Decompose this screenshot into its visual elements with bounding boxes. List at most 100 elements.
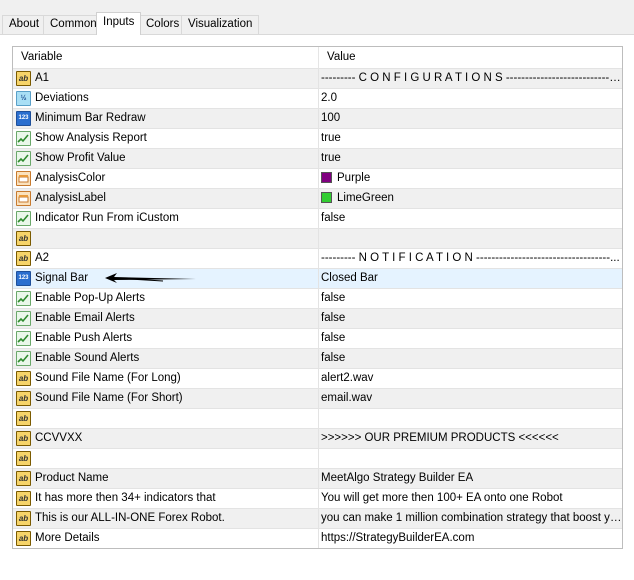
table-row[interactable]: Show Profit Value true [13,148,622,168]
table-row[interactable]: ab Product Name MeetAlgo Strategy Builder … [13,468,622,488]
bool-icon [16,131,31,146]
variable-cell[interactable]: Enable Sound Alerts [13,349,319,368]
table-row[interactable]: ab Sound File Name (For Long) alert2.wav [13,368,622,388]
table-row[interactable]: ab A2 --------- N O T I F I C A T I O N --… [13,248,622,268]
table-row[interactable]: ab A1 --------- C O N F I G U R A T I O N … [13,68,622,88]
value-cell[interactable]: false [319,329,622,348]
value-cell[interactable] [319,229,622,248]
inputs-grid: Variable Value ab A1 --------- C O N F I G… [12,46,623,549]
value-cell[interactable] [319,449,622,468]
table-row[interactable]: ab Sound File Name (For Short) email.wav [13,388,622,408]
bool-icon [16,151,31,166]
value-cell[interactable]: false [319,209,622,228]
grid-header: Variable Value [13,47,622,68]
table-row[interactable]: ab [13,448,622,468]
tab-visualization[interactable]: Visualization [181,15,260,34]
color-icon [16,171,31,186]
variable-cell[interactable]: ab [13,229,319,248]
value-cell[interactable]: You will get more then 100+ EA onto one … [319,489,622,508]
variable-cell[interactable]: 123 Signal Bar [13,269,319,288]
table-row[interactable]: ab CCVVXX >>>>>> OUR PREMIUM PRODUCTS <<<<… [13,428,622,448]
variable-cell[interactable]: ab A2 [13,249,319,268]
variable-cell[interactable]: AnalysisLabel [13,189,319,208]
variable-cell[interactable]: Show Profit Value [13,149,319,168]
table-row[interactable]: Enable Email Alerts false [13,308,622,328]
ab-icon: ab [16,411,31,426]
table-row[interactable]: AnalysisLabel LimeGreen [13,188,622,208]
variable-name: It has more then 34+ indicators that [35,492,216,504]
value-cell[interactable]: 2.0 [319,89,622,108]
value-cell[interactable]: email.wav [319,389,622,408]
table-row[interactable]: Enable Push Alerts false [13,328,622,348]
value-cell[interactable]: >>>>>> OUR PREMIUM PRODUCTS <<<<<< [319,429,622,448]
value-text: LimeGreen [337,192,394,204]
variable-cell[interactable]: Indicator Run From iCustom [13,209,319,228]
variable-cell[interactable]: ab [13,409,319,428]
column-header-value[interactable]: Value [319,47,622,68]
variable-cell[interactable]: ab More Details [13,529,319,548]
variable-cell[interactable]: Enable Pop-Up Alerts [13,289,319,308]
variable-name: Show Profit Value [35,152,126,164]
value-cell[interactable]: false [319,349,622,368]
value-cell[interactable]: https://StrategyBuilderEA.com [319,529,622,548]
variable-name: Minimum Bar Redraw [35,112,146,124]
table-row[interactable]: ab This is our ALL-IN-ONE Forex Robot. you… [13,508,622,528]
variable-cell[interactable]: ab Sound File Name (For Short) [13,389,319,408]
table-row[interactable]: 123 Minimum Bar Redraw 100 [13,108,622,128]
value-cell[interactable]: Closed Bar [319,269,622,288]
value-cell[interactable]: true [319,129,622,148]
variable-cell[interactable]: Show Analysis Report [13,129,319,148]
value-cell[interactable]: false [319,289,622,308]
tab-common[interactable]: Common [43,15,104,34]
variable-cell[interactable]: ab Product Name [13,469,319,488]
table-row[interactable]: ab [13,408,622,428]
123-icon: 123 [16,111,31,126]
value-text: false [321,352,346,364]
variable-cell[interactable]: AnalysisColor [13,169,319,188]
value-cell[interactable]: alert2.wav [319,369,622,388]
variable-name: Enable Email Alerts [35,312,135,324]
table-row[interactable]: Enable Pop-Up Alerts false [13,288,622,308]
variable-name: More Details [35,532,100,544]
variable-cell[interactable]: ab A1 [13,69,319,88]
value-cell[interactable]: --------- C O N F I G U R A T I O N S --… [319,69,622,88]
bool-icon [16,291,31,306]
table-row[interactable]: ab [13,228,622,248]
value-cell[interactable]: false [319,309,622,328]
variable-cell[interactable]: ab CCVVXX [13,429,319,448]
table-row[interactable]: ab More Details https://StrategyBuilderEA.… [13,528,622,548]
variable-cell[interactable]: Enable Email Alerts [13,309,319,328]
value-cell[interactable]: you can make 1 million combination strat… [319,509,622,528]
tab-colors[interactable]: Colors [139,15,187,34]
value-text: 2.0 [321,92,337,104]
table-row[interactable]: Indicator Run From iCustom false [13,208,622,228]
variable-name: Indicator Run From iCustom [35,212,179,224]
table-row[interactable]: Show Analysis Report true [13,128,622,148]
value-cell[interactable]: 100 [319,109,622,128]
column-header-variable[interactable]: Variable [13,47,319,68]
variable-cell[interactable]: ab This is our ALL-IN-ONE Forex Robot. [13,509,319,528]
value-cell[interactable]: LimeGreen [319,189,622,208]
table-row[interactable]: 123 Signal Bar Closed Bar [13,268,622,288]
table-row[interactable]: AnalysisColor Purple [13,168,622,188]
table-row[interactable]: ab It has more then 34+ indicators that Yo… [13,488,622,508]
tab-inputs[interactable]: Inputs [96,12,142,35]
variable-cell[interactable]: ab It has more then 34+ indicators that [13,489,319,508]
variable-cell[interactable]: ab [13,449,319,468]
value-cell[interactable] [319,409,622,428]
value-text: MeetAlgo Strategy Builder EA [321,472,474,484]
value-cell[interactable]: true [319,149,622,168]
variable-cell[interactable]: ab Sound File Name (For Long) [13,369,319,388]
variable-cell[interactable]: 123 Minimum Bar Redraw [13,109,319,128]
variable-cell[interactable]: Enable Push Alerts [13,329,319,348]
tab-strip: About Common Colors Visualization Inputs [0,0,634,35]
table-row[interactable]: Enable Sound Alerts false [13,348,622,368]
value-text: true [321,152,341,164]
value-cell[interactable]: MeetAlgo Strategy Builder EA [319,469,622,488]
variable-cell[interactable]: ½ Deviations [13,89,319,108]
tab-about[interactable]: About [2,15,47,34]
value-cell[interactable]: --------- N O T I F I C A T I O N ------… [319,249,622,268]
value-cell[interactable]: Purple [319,169,622,188]
table-row[interactable]: ½ Deviations 2.0 [13,88,622,108]
ab-icon: ab [16,391,31,406]
